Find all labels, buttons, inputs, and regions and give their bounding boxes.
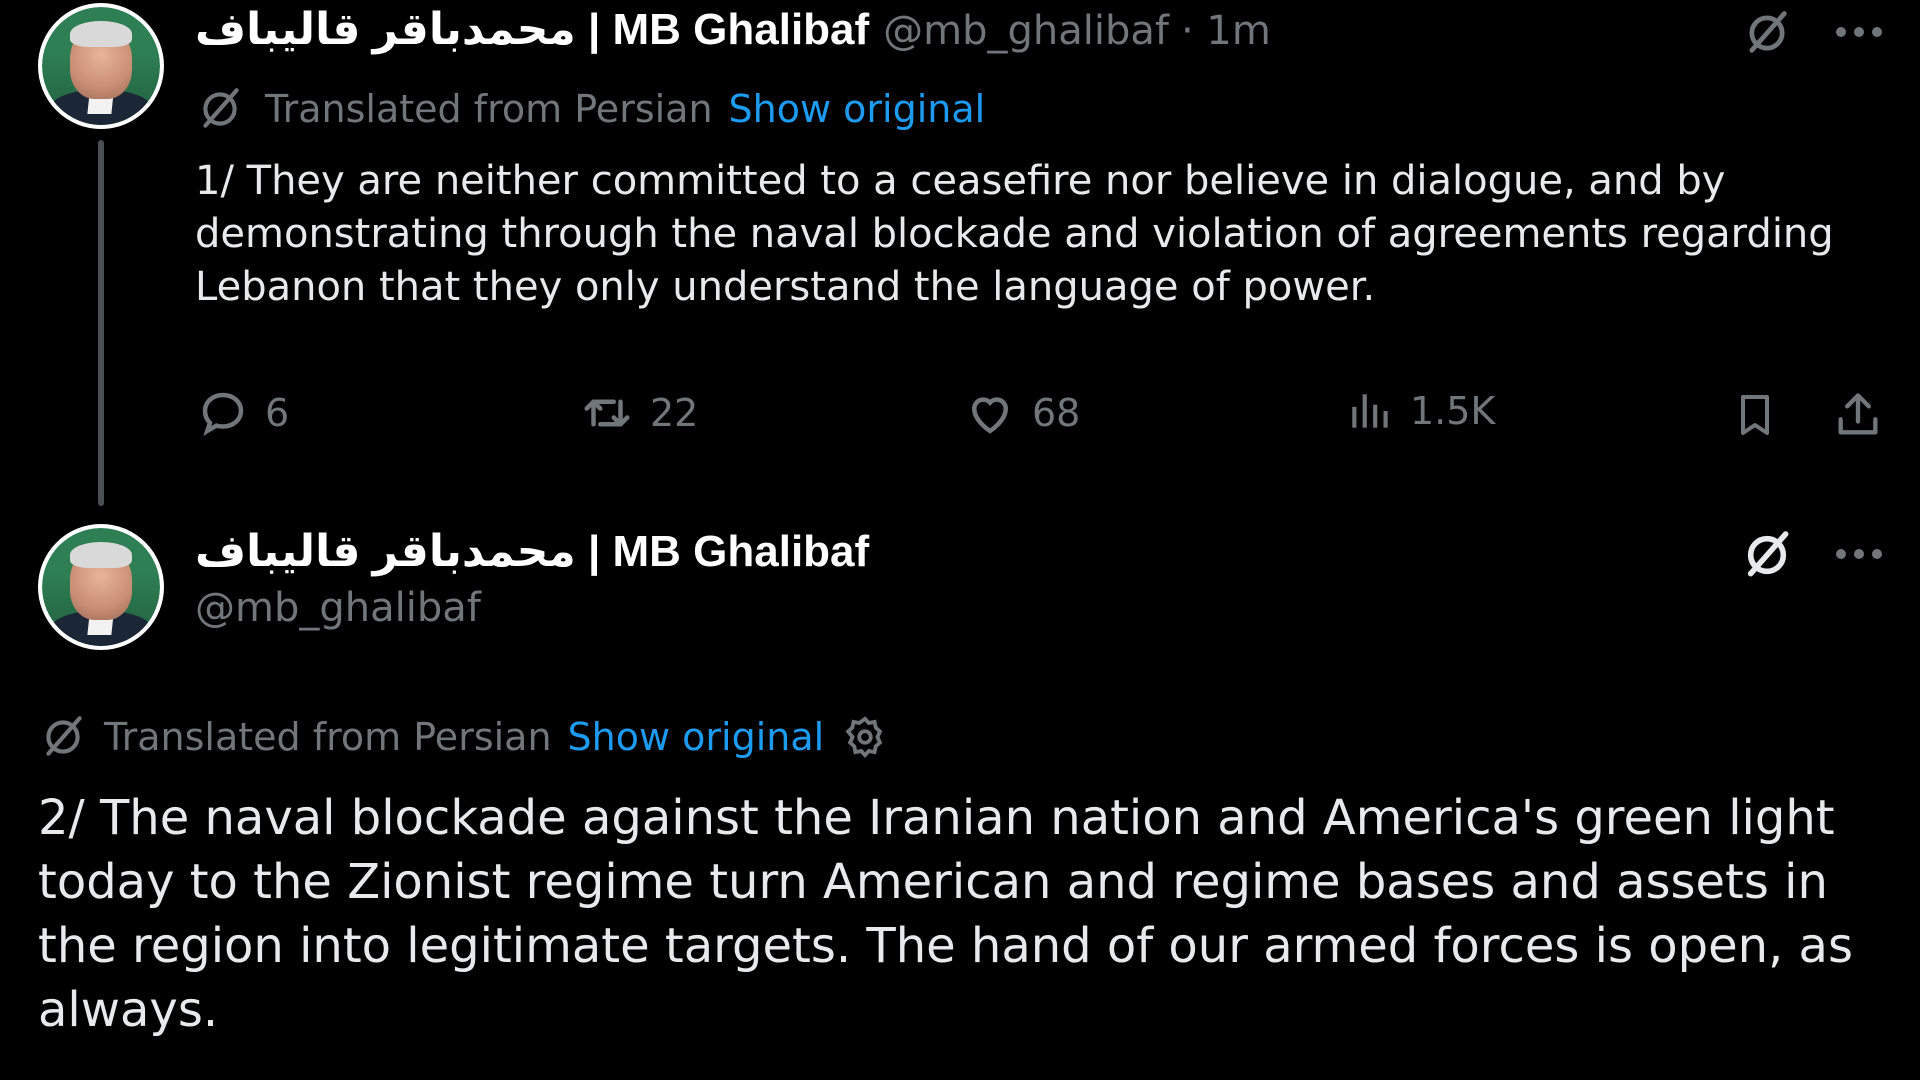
share-button[interactable] — [1828, 386, 1888, 444]
display-name[interactable]: محمدباقر قالیباف | MB Ghalibaf — [195, 526, 869, 577]
view-count: 1.5K — [1410, 389, 1496, 433]
user-handle[interactable]: @mb_ghalibaf — [195, 585, 869, 631]
share-icon — [1838, 393, 1878, 435]
more-icon[interactable] — [1830, 532, 1888, 576]
repost-button[interactable]: 22 — [578, 386, 698, 440]
bookmark-button[interactable] — [1728, 386, 1782, 444]
like-button[interactable]: 68 — [962, 386, 1080, 440]
views-icon — [1352, 394, 1388, 428]
reply-button[interactable]: 6 — [195, 386, 289, 440]
like-count: 68 — [1032, 391, 1081, 435]
avatar[interactable] — [38, 3, 164, 129]
repost-icon — [584, 399, 630, 427]
avatar[interactable] — [38, 524, 164, 650]
tweet1-text: 1/ They are neither committed to a cease… — [195, 158, 1834, 310]
tweet2-text: 2/ The naval blockade against the Irania… — [38, 790, 1853, 1038]
display-name[interactable]: محمدباقر قالیباف | MB Ghalibaf — [195, 4, 869, 55]
thread-line — [98, 140, 104, 506]
like-icon — [971, 397, 1009, 434]
grok-icon[interactable] — [1738, 4, 1796, 62]
grok-icon[interactable] — [1738, 526, 1796, 584]
timestamp[interactable]: · 1m — [1181, 8, 1271, 54]
translation-bar: Translated from Persian Show original — [38, 712, 888, 762]
translated-label: Translated from Persian — [265, 87, 713, 131]
views-button[interactable]: 1.5K — [1346, 386, 1495, 436]
bookmark-icon — [1741, 395, 1769, 435]
translate-icon — [38, 712, 88, 762]
translated-label: Translated from Persian — [104, 715, 552, 759]
translation-bar: Translated from Persian Show original — [195, 84, 985, 134]
tweet2-header: محمدباقر قالیباف | MB Ghalibaf @mb_ghali… — [195, 526, 869, 631]
settings-icon[interactable] — [842, 714, 888, 760]
reply-icon — [202, 392, 244, 436]
translate-icon — [195, 84, 245, 134]
repost-count: 22 — [650, 391, 699, 435]
tweet1-header: محمدباقر قالیباف | MB Ghalibaf @mb_ghali… — [195, 4, 1271, 55]
more-icon[interactable] — [1830, 10, 1888, 54]
user-handle[interactable]: @mb_ghalibaf — [883, 8, 1169, 54]
show-original-link[interactable]: Show original — [729, 87, 986, 131]
reply-count: 6 — [265, 391, 290, 435]
show-original-link[interactable]: Show original — [568, 715, 825, 759]
